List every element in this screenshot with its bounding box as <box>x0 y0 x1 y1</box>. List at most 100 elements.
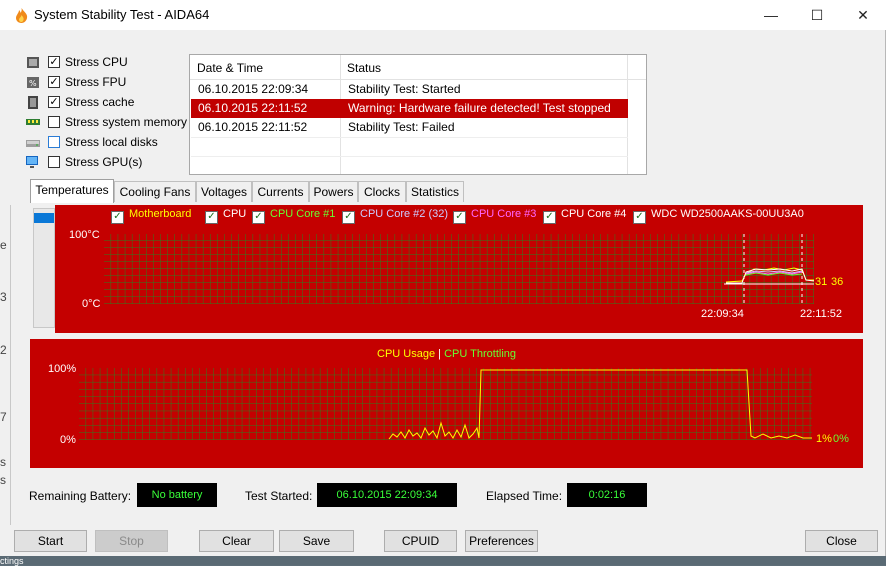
stress-memory-checkbox[interactable] <box>48 116 60 128</box>
close-window-button[interactable]: ✕ <box>840 0 886 30</box>
log-row-status: Warning: Hardware failure detected! Test… <box>348 101 611 115</box>
legend-cpu-throttling[interactable]: CPU Throttling <box>444 348 516 360</box>
tab-temperatures[interactable]: Temperatures <box>30 179 114 203</box>
cache-icon <box>28 96 38 109</box>
legend-wdc-disk[interactable]: ✓ WDC WD2500AAKS-00UU3A0 <box>633 208 804 224</box>
legend-checkbox[interactable]: ✓ <box>633 211 646 224</box>
stress-cache-option[interactable]: ✓ Stress cache <box>26 95 186 113</box>
clear-button[interactable]: Clear <box>199 530 274 552</box>
temperature-plot <box>104 234 814 304</box>
log-row-empty <box>191 137 628 157</box>
stress-cache-label: Stress cache <box>65 95 135 109</box>
legend-cpu-usage[interactable]: CPU Usage <box>377 348 435 360</box>
svg-text:%: % <box>29 79 37 88</box>
start-button[interactable]: Start <box>14 530 87 552</box>
stress-cpu-option[interactable]: ✓ Stress CPU <box>26 55 186 73</box>
legend-motherboard[interactable]: ✓ Motherboard <box>111 208 191 224</box>
maximize-button[interactable]: ☐ <box>794 0 840 30</box>
log-row-time: 06.10.2015 22:09:34 <box>198 82 309 96</box>
chart-grid <box>104 234 814 304</box>
stress-cpu-checkbox[interactable]: ✓ <box>48 56 60 68</box>
legend-checkbox[interactable]: ✓ <box>252 211 265 224</box>
legend-cpu-core-1[interactable]: ✓ CPU Core #1 <box>252 208 335 224</box>
log-row[interactable]: 06.10.2015 22:09:34 Stability Test: Star… <box>191 80 628 99</box>
legend-cpu[interactable]: ✓ CPU <box>205 208 246 224</box>
save-button[interactable]: Save <box>279 530 354 552</box>
desktop-background-strip: ctings <box>0 556 886 566</box>
background-text-fragment: 2 <box>0 343 7 357</box>
stress-disks-option[interactable]: Stress local disks <box>26 135 186 153</box>
stress-cache-checkbox[interactable]: ✓ <box>48 96 60 108</box>
preferences-button[interactable]: Preferences <box>465 530 538 552</box>
memory-icon <box>26 119 40 125</box>
tab-voltages[interactable]: Voltages <box>196 181 252 202</box>
tab-clocks[interactable]: Clocks <box>358 181 406 202</box>
background-text-fragment: s <box>0 473 6 487</box>
background-text-fragment: 7 <box>0 410 7 424</box>
battery-display: No battery <box>137 483 217 507</box>
temp-end-value: 31 <box>815 276 828 288</box>
background-text-fragment: s <box>0 455 6 469</box>
log-row-warning[interactable]: 06.10.2015 22:11:52 Warning: Hardware fa… <box>191 99 628 118</box>
stress-cpu-label: Stress CPU <box>65 55 128 69</box>
close-button[interactable]: Close <box>805 530 878 552</box>
temp-y-max-label: 100°C <box>69 229 100 241</box>
legend-cpu-core-2[interactable]: ✓ CPU Core #2 (32) <box>342 208 448 224</box>
legend-cpu-core-3[interactable]: ✓ CPU Core #3 <box>453 208 536 224</box>
battery-label: Remaining Battery: <box>29 489 132 503</box>
stress-gpu-checkbox[interactable] <box>48 156 60 168</box>
cpu-y-min-label: 0% <box>60 434 76 446</box>
cpu-icon <box>27 57 39 68</box>
stress-fpu-option[interactable]: % ✓ Stress FPU <box>26 75 186 93</box>
stress-fpu-checkbox[interactable]: ✓ <box>48 76 60 88</box>
legend-checkbox[interactable]: ✓ <box>453 211 466 224</box>
log-row-status: Stability Test: Started <box>348 82 461 96</box>
log-row-empty <box>191 156 628 176</box>
legend-checkbox[interactable]: ✓ <box>111 211 124 224</box>
cpu-usage-chart-panel: CPU Usage | CPU Throttling 100% 0% 1% 0% <box>30 339 863 468</box>
tab-currents[interactable]: Currents <box>252 181 309 202</box>
log-column-status[interactable]: Status <box>347 61 381 75</box>
legend-label: CPU Core #4 <box>561 208 627 220</box>
elapsed-time-display: 0:02:16 <box>567 483 647 507</box>
legend-cpu-core-4[interactable]: ✓ CPU Core #4 <box>543 208 626 224</box>
background-text-fragment: 3 <box>0 290 7 304</box>
legend-checkbox[interactable]: ✓ <box>543 211 556 224</box>
sensor-scroll-list[interactable] <box>33 208 55 328</box>
cpu-throttle-end-value: 0% <box>833 433 849 445</box>
fpu-icon: % <box>27 77 39 88</box>
chart-grid <box>79 368 812 440</box>
legend-label: WDC WD2500AAKS-00UU3A0 <box>651 208 804 220</box>
legend-checkbox[interactable]: ✓ <box>342 211 355 224</box>
log-header-row: Date & Time Status <box>190 55 646 80</box>
stop-button[interactable]: Stop <box>95 530 168 552</box>
log-row[interactable]: 06.10.2015 22:11:52 Stability Test: Fail… <box>191 118 628 137</box>
background-window-edge: e 3 2 7 s s <box>0 205 11 525</box>
stress-memory-option[interactable]: Stress system memory <box>26 115 188 133</box>
aida64-flame-icon <box>16 8 28 23</box>
legend-label: CPU Core #3 <box>471 208 537 220</box>
sensor-list-selection <box>34 213 54 223</box>
tab-cooling-fans[interactable]: Cooling Fans <box>114 181 196 202</box>
stress-memory-label: Stress system memory <box>65 115 188 129</box>
log-row-status: Stability Test: Failed <box>348 120 455 134</box>
cpu-usage-end-value: 1% <box>816 433 832 445</box>
log-column-datetime[interactable]: Date & Time <box>197 61 263 75</box>
cpuid-button[interactable]: CPUID <box>384 530 457 552</box>
event-log-table[interactable]: Date & Time Status 06.10.2015 22:09:34 S… <box>189 54 647 175</box>
legend-label: CPU <box>223 208 247 220</box>
cpu-usage-plot <box>79 368 812 440</box>
stress-disks-checkbox[interactable] <box>48 136 60 148</box>
minimize-button[interactable]: — <box>748 0 794 30</box>
log-row-time: 06.10.2015 22:11:52 <box>198 120 308 134</box>
tab-powers[interactable]: Powers <box>309 181 358 202</box>
tab-statistics[interactable]: Statistics <box>406 181 464 202</box>
legend-label: CPU Core #1 <box>270 208 336 220</box>
legend-checkbox[interactable]: ✓ <box>205 211 218 224</box>
temp-x-end-label: 22:11:52 <box>800 308 843 320</box>
title-bar[interactable]: System Stability Test - AIDA64 — ☐ ✕ <box>0 0 886 30</box>
temp-end-value: 36 <box>831 276 844 288</box>
stress-gpu-option[interactable]: Stress GPU(s) <box>26 155 186 173</box>
test-started-display: 06.10.2015 22:09:34 <box>317 483 457 507</box>
elapsed-time-label: Elapsed Time: <box>486 489 563 503</box>
